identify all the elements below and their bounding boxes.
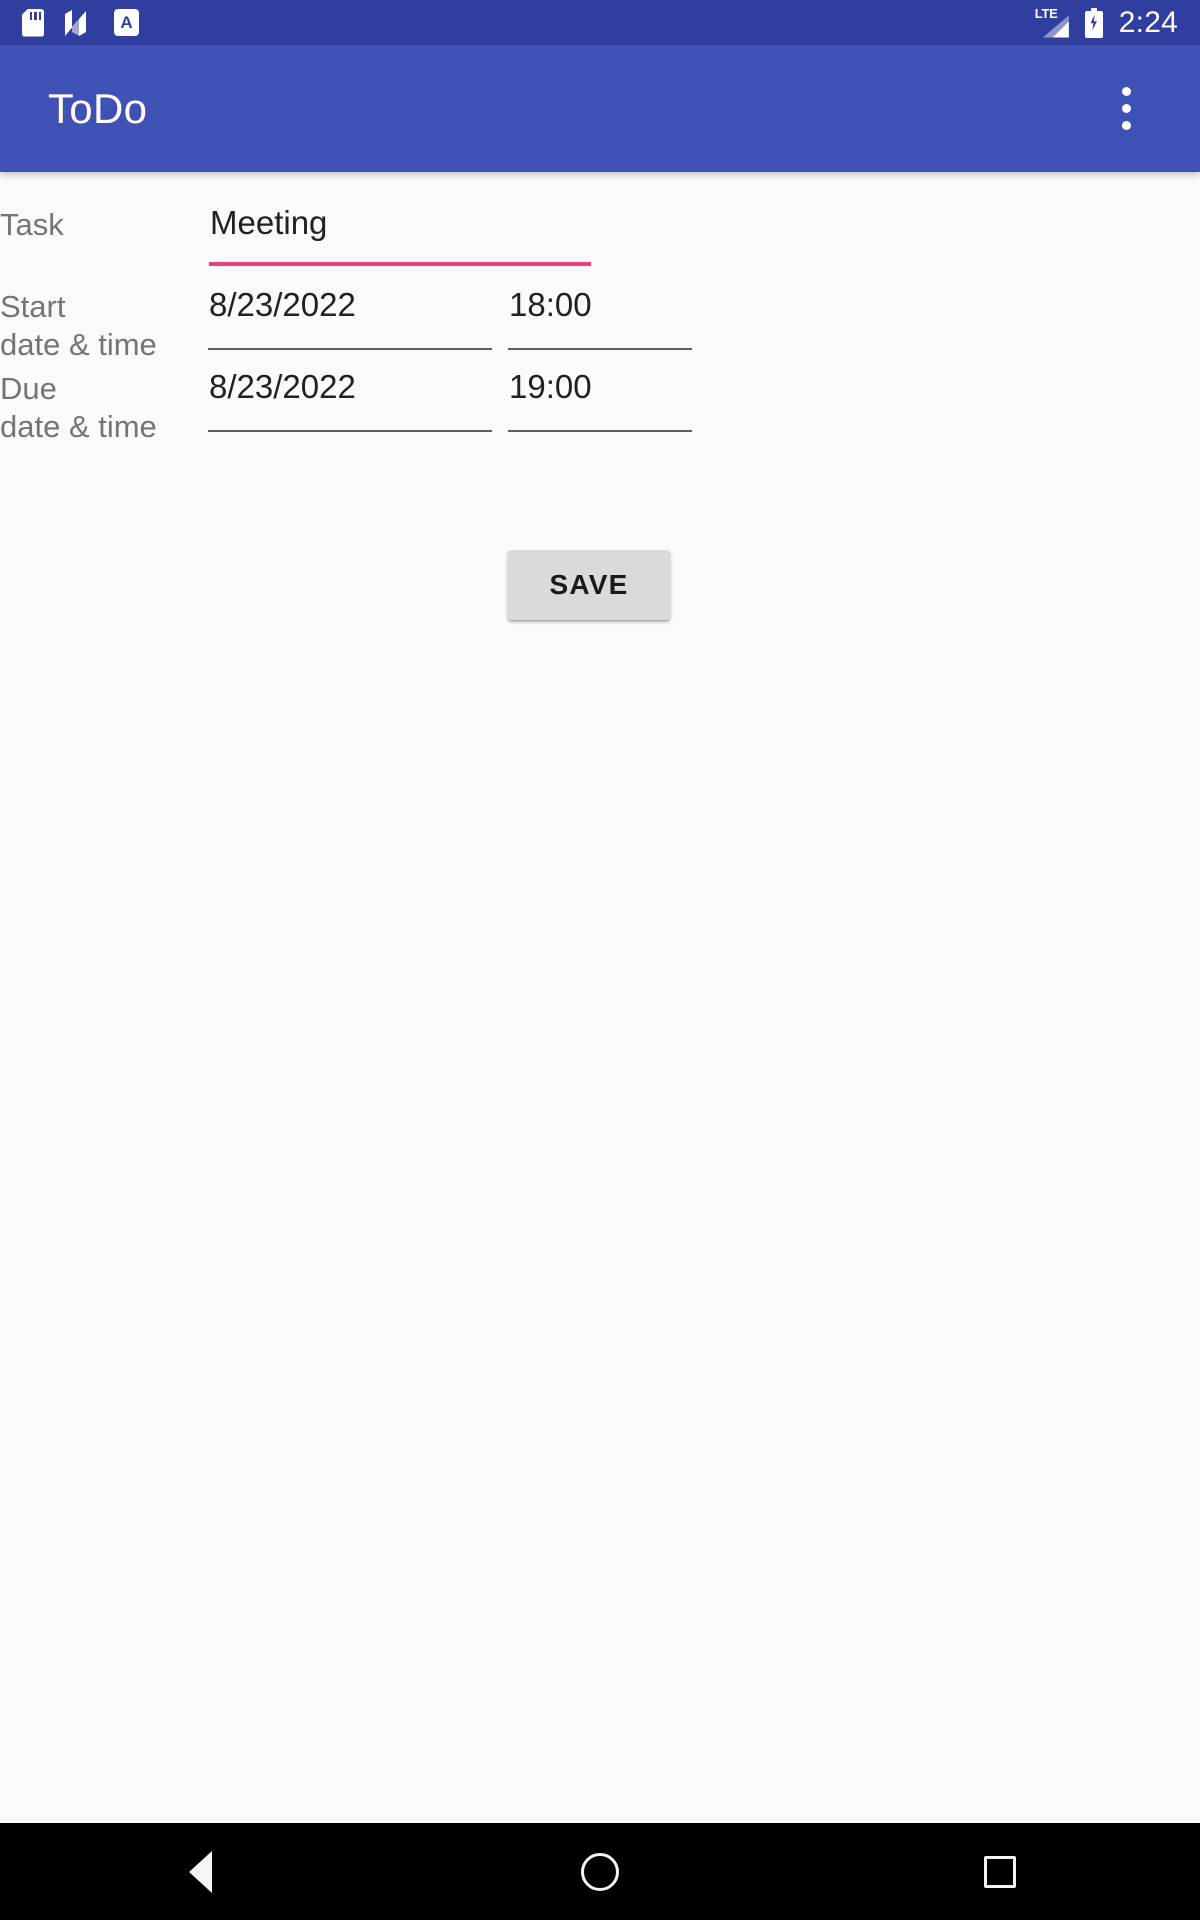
app-bar: ToDo	[0, 45, 1200, 172]
start-time-input[interactable]: 18:00	[508, 288, 692, 350]
status-bar: A LTE 2:24	[0, 0, 1200, 45]
recents-icon[interactable]	[940, 1823, 1060, 1920]
letter-a-icon: A	[114, 9, 139, 36]
due-date-underline	[208, 430, 492, 432]
save-button[interactable]: SAVE	[508, 550, 670, 620]
status-system-icons: LTE 2:24	[1035, 5, 1200, 39]
start-time-underline	[508, 348, 692, 350]
task-form: Task Meeting Start date & time 8/23/2022…	[0, 172, 1200, 1823]
due-date-value: 8/23/2022	[209, 368, 356, 405]
task-input-value: Meeting	[210, 204, 328, 241]
due-row: Due date & time 8/23/2022 19:00	[0, 370, 692, 446]
due-row-spacer	[492, 370, 508, 446]
start-date-value: 8/23/2022	[209, 286, 356, 323]
due-date-input[interactable]: 8/23/2022	[208, 370, 492, 432]
status-notification-icons: A	[0, 8, 139, 37]
task-label: Task	[0, 207, 64, 242]
start-time-value: 18:00	[509, 286, 592, 323]
due-label: Due date & time	[0, 371, 157, 444]
start-label: Start date & time	[0, 289, 157, 362]
status-clock: 2:24	[1118, 5, 1178, 39]
overflow-menu-icon[interactable]	[1098, 69, 1154, 149]
android-screen: A LTE 2:24 ToDo Task Meeting Start date …	[0, 0, 1200, 1920]
navigation-bar	[0, 1823, 1200, 1920]
battery-charging-icon	[1084, 7, 1103, 38]
task-row: Task Meeting	[0, 206, 591, 266]
due-time-value: 19:00	[509, 368, 592, 405]
home-icon[interactable]	[540, 1823, 660, 1920]
task-input-underline	[209, 262, 591, 266]
due-time-underline	[508, 430, 692, 432]
due-time-input[interactable]: 19:00	[508, 370, 692, 432]
start-date-input[interactable]: 8/23/2022	[208, 288, 492, 350]
start-date-underline	[208, 348, 492, 350]
app-title: ToDo	[48, 84, 148, 132]
start-row: Start date & time 8/23/2022 18:00	[0, 288, 692, 364]
android-nougat-icon	[65, 9, 93, 36]
start-row-spacer	[492, 288, 508, 364]
lte-signal-icon: LTE	[1035, 7, 1069, 38]
task-input[interactable]: Meeting	[209, 206, 591, 266]
back-icon[interactable]	[140, 1823, 260, 1920]
sd-card-icon	[22, 8, 44, 37]
